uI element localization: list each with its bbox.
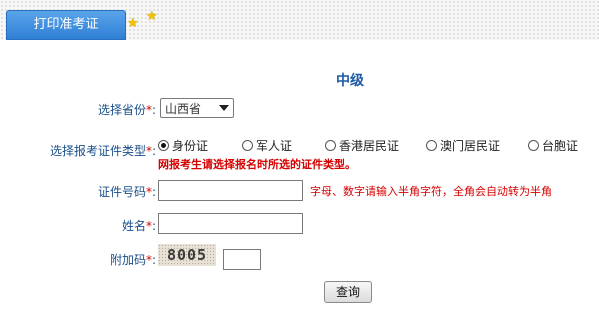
- required-mark: *: [145, 144, 152, 158]
- name-input[interactable]: [158, 213, 303, 234]
- radio-button[interactable]: [325, 140, 336, 151]
- radio-button-selected[interactable]: [158, 140, 169, 151]
- required-mark: *: [145, 219, 152, 233]
- radio-button[interactable]: [528, 140, 539, 151]
- radio-id-card[interactable]: 身份证: [158, 137, 208, 154]
- captcha-image[interactable]: 8005: [158, 244, 216, 266]
- province-select[interactable]: 山西省: [160, 98, 234, 118]
- radio-button[interactable]: [242, 140, 253, 151]
- exam-level-title: 中级: [336, 73, 364, 89]
- chevron-down-icon: [219, 105, 229, 111]
- id-type-label: 选择报考证件类型*:: [49, 144, 156, 158]
- radio-macau-id[interactable]: 澳门居民证: [426, 137, 500, 154]
- radio-taiwan-id[interactable]: 台胞证: [528, 137, 578, 154]
- captcha-label: 附加码*:: [109, 253, 156, 267]
- id-number-label: 证件号码*:: [97, 185, 156, 199]
- captcha-input[interactable]: [223, 249, 261, 270]
- top-tab-bar: 打印准考证 ★ ★: [0, 0, 599, 40]
- name-label: 姓名*:: [121, 219, 156, 233]
- star-icon: ★: [146, 9, 158, 24]
- required-mark: *: [145, 185, 152, 199]
- query-button[interactable]: 查询: [324, 281, 372, 303]
- radio-button[interactable]: [426, 140, 437, 151]
- id-type-warning: 网报考生请选择报名时所选的证件类型。: [158, 158, 356, 171]
- id-number-hint: 字母、数字请输入半角字符，全角会自动转为半角: [310, 185, 552, 198]
- province-label: 选择省份*:: [97, 103, 156, 117]
- id-number-input[interactable]: [158, 180, 303, 201]
- province-select-value: 山西省: [165, 102, 202, 116]
- tab-print-admission-ticket[interactable]: 打印准考证: [6, 10, 126, 40]
- star-icon: ★: [127, 16, 139, 31]
- radio-military-id[interactable]: 军人证: [242, 137, 292, 154]
- required-mark: *: [145, 253, 152, 267]
- required-mark: *: [145, 103, 152, 117]
- radio-hong-kong-id[interactable]: 香港居民证: [325, 137, 399, 154]
